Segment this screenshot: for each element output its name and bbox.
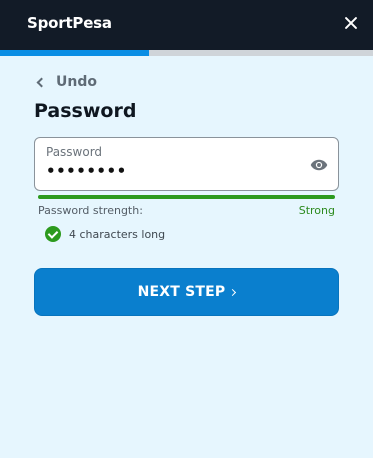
undo-link[interactable]: Undo <box>36 72 97 92</box>
password-strength-label: Password strength: <box>38 204 143 217</box>
header: SportPesa <box>0 0 373 56</box>
next-step-button[interactable]: NEXT STEP <box>34 268 339 316</box>
password-rule-item: 4 characters long <box>45 226 165 242</box>
password-field[interactable]: Password •••••••• <box>34 137 339 191</box>
close-button[interactable] <box>341 13 361 33</box>
password-input[interactable]: •••••••• <box>46 162 127 180</box>
password-strength-value: Strong <box>298 204 335 217</box>
registration-page: SportPesa Undo Password Password •••••••… <box>0 0 373 458</box>
step-progress-fill <box>0 50 150 56</box>
step-progress-bar <box>0 50 373 56</box>
password-rule-text: 4 characters long <box>69 227 166 241</box>
eye-icon[interactable] <box>310 158 328 172</box>
password-strength-bar <box>38 195 335 199</box>
next-step-label: NEXT STEP <box>137 284 226 300</box>
undo-label: Undo <box>56 74 97 90</box>
chevron-right-icon <box>229 288 237 297</box>
password-field-label: Password <box>46 145 103 159</box>
check-circle-icon <box>45 226 61 242</box>
sportpesa-logo: SportPesa <box>27 14 112 32</box>
page-title: Password <box>34 100 137 122</box>
chevron-left-icon <box>36 77 47 88</box>
